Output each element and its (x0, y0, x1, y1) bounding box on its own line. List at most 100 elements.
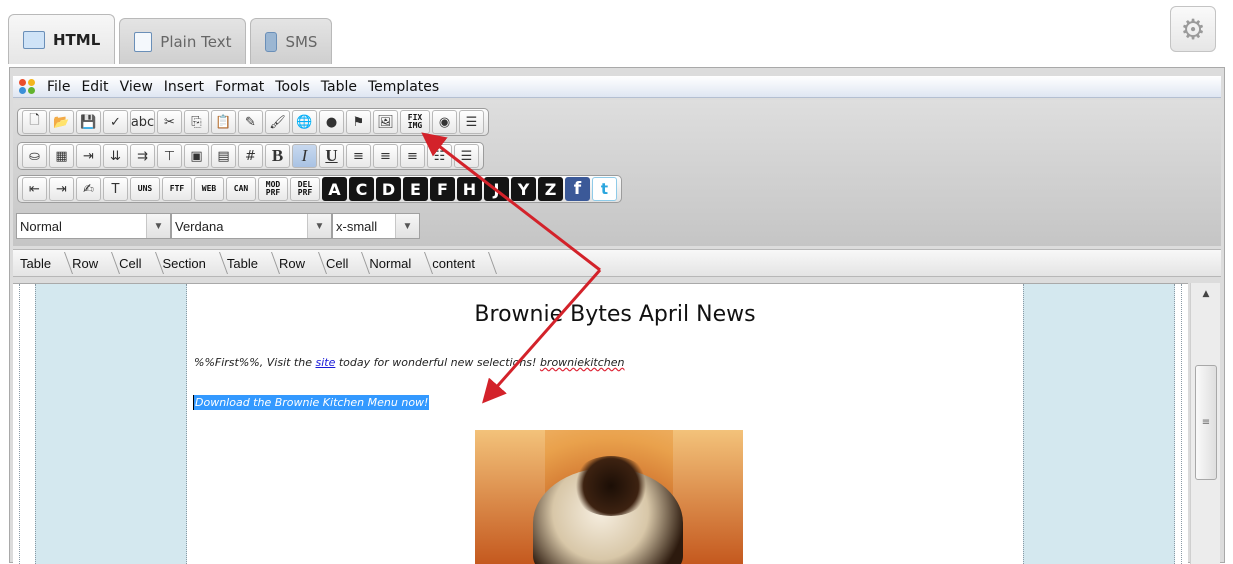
breadcrumb-item[interactable]: content (425, 250, 489, 276)
show-grid-button[interactable]: # (238, 144, 263, 168)
document-icon (134, 31, 153, 52)
field-z-button[interactable]: Z (538, 177, 563, 201)
insert-media-icon: ◉ (438, 114, 451, 130)
menu-insert[interactable]: Insert (163, 79, 205, 95)
underline-button[interactable]: U (319, 144, 344, 168)
field-f-button[interactable]: F (430, 177, 455, 201)
bullet-list-button[interactable]: ☷ (427, 144, 452, 168)
field-j-button[interactable]: J (484, 177, 509, 201)
content-cell[interactable]: Brownie Bytes April News %%First%%, Visi… (189, 284, 1021, 564)
paste-button[interactable]: 📋 (211, 110, 236, 134)
breadcrumb-item[interactable]: Row (272, 250, 319, 276)
breadcrumb-item[interactable]: Cell (112, 250, 155, 276)
modify-profile-button[interactable]: MOD PRF (258, 177, 288, 201)
show-grid-icon: # (245, 148, 256, 164)
insert-table-button[interactable]: ▦ (49, 144, 74, 168)
format-painter-button[interactable]: 🖌 (265, 110, 290, 134)
field-d-button[interactable]: D (376, 177, 401, 201)
italic-button[interactable]: I (292, 144, 317, 168)
copy-button[interactable]: ⎘ (184, 110, 209, 134)
table-properties-icon: ▣ (190, 148, 203, 164)
menu-format[interactable]: Format (214, 79, 265, 95)
toolbar-row-1: 🗋 📂 💾 ✓ abc ✂ ⎘ 📋 ✎ 🖌 🌐 ● ⚑ 🖼 FIX IMG ◉ ☰ (17, 108, 489, 136)
breadcrumb-item[interactable]: Row (65, 250, 112, 276)
insert-anchor-button[interactable]: ⚑ (346, 110, 371, 134)
site-link[interactable]: site (315, 356, 335, 369)
insert-hyperlink-button[interactable]: 🌐 (292, 110, 317, 134)
fix-image-button[interactable]: FIX IMG (400, 110, 430, 134)
outdent-button[interactable]: ⇤ (22, 177, 47, 201)
font-size-select[interactable]: x-small ▼ (332, 213, 420, 239)
scrollbar-thumb[interactable]: ≡ (1195, 365, 1217, 480)
merge-cells-button[interactable]: ⇉ (130, 144, 155, 168)
insert-column-button[interactable]: ⇥ (76, 144, 101, 168)
spell-check-as-you-type-icon: abc (130, 114, 155, 130)
paragraph-format-select[interactable]: Normal ▼ (16, 213, 171, 239)
field-y-button[interactable]: Y (511, 177, 536, 201)
menu-file[interactable]: File (46, 79, 71, 95)
delete-profile-button[interactable]: DEL PRF (290, 177, 320, 201)
image-background (673, 430, 743, 564)
chevron-down-icon: ▼ (395, 214, 419, 238)
tab-plain-text[interactable]: Plain Text (119, 18, 247, 64)
breadcrumb-item[interactable]: Section (156, 250, 220, 276)
open-folder-button[interactable]: 📂 (49, 110, 74, 134)
split-cell-button[interactable]: ⊤ (157, 144, 182, 168)
bold-button[interactable]: B (265, 144, 290, 168)
spell-marker-button[interactable]: ✍ (76, 177, 101, 201)
numbered-list-button[interactable]: ☰ (454, 144, 479, 168)
cut-icon: ✂ (164, 114, 175, 130)
horizontal-rule-button[interactable]: ☰ (459, 110, 484, 134)
document-canvas[interactable]: Brownie Bytes April News %%First%%, Visi… (13, 283, 1188, 564)
clean-formatting-button[interactable]: ✎ (238, 110, 263, 134)
tab-sms[interactable]: SMS (250, 18, 333, 64)
settings-button[interactable]: ⚙ (1170, 6, 1216, 52)
breadcrumb-item[interactable]: Normal (362, 250, 425, 276)
indent-button[interactable]: ⇥ (49, 177, 74, 201)
breadcrumb-item[interactable]: Table (220, 250, 272, 276)
cut-button[interactable]: ✂ (157, 110, 182, 134)
insert-row-button[interactable]: ⇊ (103, 144, 128, 168)
font-family-select[interactable]: Verdana ▼ (171, 213, 332, 239)
insert-media-button[interactable]: ◉ (432, 110, 457, 134)
font-family-value: Verdana (175, 218, 224, 234)
misspelled-word: browniekitchen (539, 356, 625, 369)
can-spam-button[interactable]: CAN (226, 177, 256, 201)
intro-paragraph: %%First%%, Visit the site today for wond… (194, 356, 624, 369)
scroll-up-arrow-icon[interactable]: ▲ (1198, 288, 1214, 300)
table-properties-button[interactable]: ▣ (184, 144, 209, 168)
field-a-button[interactable]: A (322, 177, 347, 201)
text-color-button[interactable]: T (103, 177, 128, 201)
field-e-button[interactable]: E (403, 177, 428, 201)
tab-html[interactable]: HTML (8, 14, 116, 64)
align-left-button[interactable]: ≡ (346, 144, 371, 168)
spell-check-button[interactable]: ✓ (103, 110, 128, 134)
field-h-button[interactable]: H (457, 177, 482, 201)
menu-tools[interactable]: Tools (274, 79, 311, 95)
insert-image-button[interactable]: 🖼 (373, 110, 398, 134)
forward-to-friend-button[interactable]: FTF (162, 177, 192, 201)
clean-formatting-icon: ✎ (245, 114, 256, 130)
vertical-scrollbar[interactable]: ▲ ≡ (1190, 283, 1220, 564)
align-right-button[interactable]: ≡ (400, 144, 425, 168)
new-document-button[interactable]: 🗋 (22, 110, 47, 134)
breadcrumb-item[interactable]: Cell (319, 250, 362, 276)
show-borders-button[interactable]: ▤ (211, 144, 236, 168)
field-c-button[interactable]: C (349, 177, 374, 201)
menu-templates[interactable]: Templates (367, 79, 440, 95)
insert-image-icon: 🖼 (377, 114, 394, 130)
twitter-button[interactable]: t (592, 177, 617, 201)
web-version-button[interactable]: WEB (194, 177, 224, 201)
breadcrumb-item[interactable]: Table (13, 250, 65, 276)
background-color-button[interactable]: ⛀ (22, 144, 47, 168)
facebook-button[interactable]: f (565, 177, 590, 201)
menu-view[interactable]: View (119, 79, 154, 95)
unsubscribe-button[interactable]: UNS (130, 177, 160, 201)
align-center-button[interactable]: ≡ (373, 144, 398, 168)
selected-download-text[interactable]: Download the Brownie Kitchen Menu now! (193, 395, 430, 410)
save-button[interactable]: 💾 (76, 110, 101, 134)
menu-table[interactable]: Table (320, 79, 358, 95)
menu-edit[interactable]: Edit (80, 79, 109, 95)
remove-hyperlink-button[interactable]: ● (319, 110, 344, 134)
spell-check-as-you-type-button[interactable]: abc (130, 110, 155, 134)
